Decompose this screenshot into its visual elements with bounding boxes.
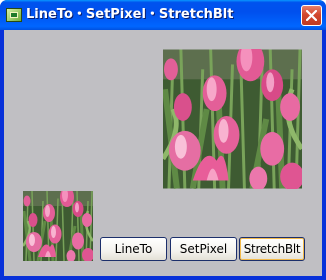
app-window: LineTo・SetPixel・StretchBlt LineTo SetPix… xyxy=(0,0,326,280)
window-title: LineTo・SetPixel・StretchBlt xyxy=(26,7,234,22)
setpixel-button[interactable]: SetPixel xyxy=(170,237,237,261)
lineto-button[interactable]: LineTo xyxy=(100,237,167,261)
close-icon xyxy=(306,10,317,21)
application-icon[interactable] xyxy=(6,8,22,22)
tulip-picture-large xyxy=(163,49,302,189)
stretchblt-button[interactable]: StretchBlt xyxy=(239,237,305,261)
close-button[interactable] xyxy=(301,5,322,26)
client-area: LineTo SetPixel StretchBlt xyxy=(4,30,322,276)
tulip-picture-small xyxy=(23,191,93,261)
title-bar[interactable]: LineTo・SetPixel・StretchBlt xyxy=(0,0,326,30)
